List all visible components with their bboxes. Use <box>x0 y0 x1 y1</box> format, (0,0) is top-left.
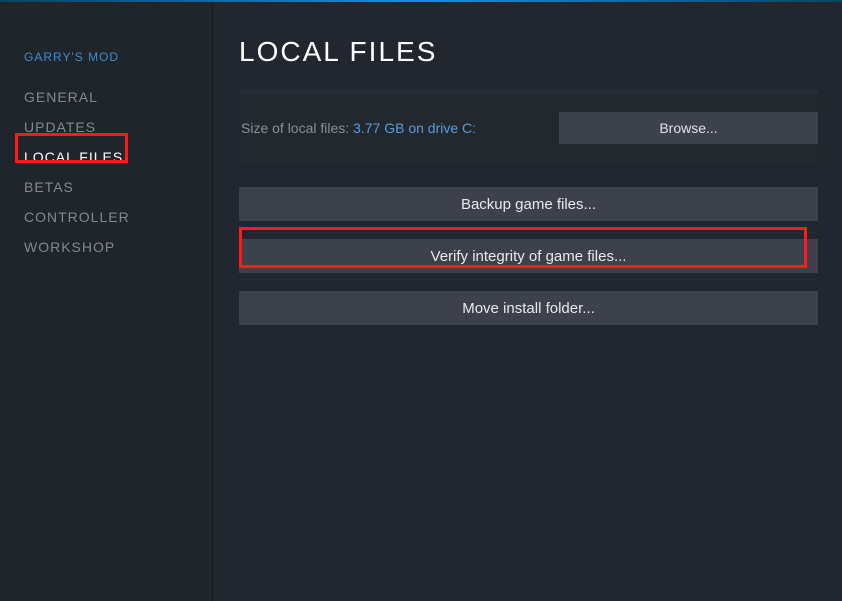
browse-button[interactable]: Browse... <box>559 112 818 144</box>
annotation-highlight-verify <box>239 227 807 268</box>
sidebar-item-workshop[interactable]: WORKSHOP <box>0 232 212 262</box>
file-size-text: Size of local files: 3.77 GB on drive C: <box>239 120 476 136</box>
backup-button[interactable]: Backup game files... <box>239 187 818 221</box>
sidebar-items: GENERAL UPDATES LOCAL FILES BETAS CONTRO… <box>0 82 212 262</box>
sidebar: GARRY'S MOD GENERAL UPDATES LOCAL FILES … <box>0 2 213 601</box>
sidebar-game-title: GARRY'S MOD <box>0 26 212 82</box>
file-info-row: Size of local files: 3.77 GB on drive C:… <box>239 96 818 167</box>
divider <box>239 90 818 94</box>
file-size-value[interactable]: 3.77 GB on drive C: <box>353 120 476 136</box>
sidebar-item-betas[interactable]: BETAS <box>0 172 212 202</box>
annotation-highlight-sidebar <box>15 133 128 163</box>
page-title: LOCAL FILES <box>239 36 818 68</box>
sidebar-item-label: BETAS <box>24 179 74 195</box>
move-button[interactable]: Move install folder... <box>239 291 818 325</box>
sidebar-item-label: GENERAL <box>24 89 98 105</box>
sidebar-item-controller[interactable]: CONTROLLER <box>0 202 212 232</box>
sidebar-item-label: WORKSHOP <box>24 239 115 255</box>
file-size-label: Size of local files: <box>241 120 353 136</box>
sidebar-item-general[interactable]: GENERAL <box>0 82 212 112</box>
backup-button-label: Backup game files... <box>461 196 596 213</box>
move-button-label: Move install folder... <box>462 300 595 317</box>
browse-button-label: Browse... <box>659 120 717 136</box>
sidebar-item-label: CONTROLLER <box>24 209 130 225</box>
main-content: LOCAL FILES Size of local files: 3.77 GB… <box>213 2 842 601</box>
